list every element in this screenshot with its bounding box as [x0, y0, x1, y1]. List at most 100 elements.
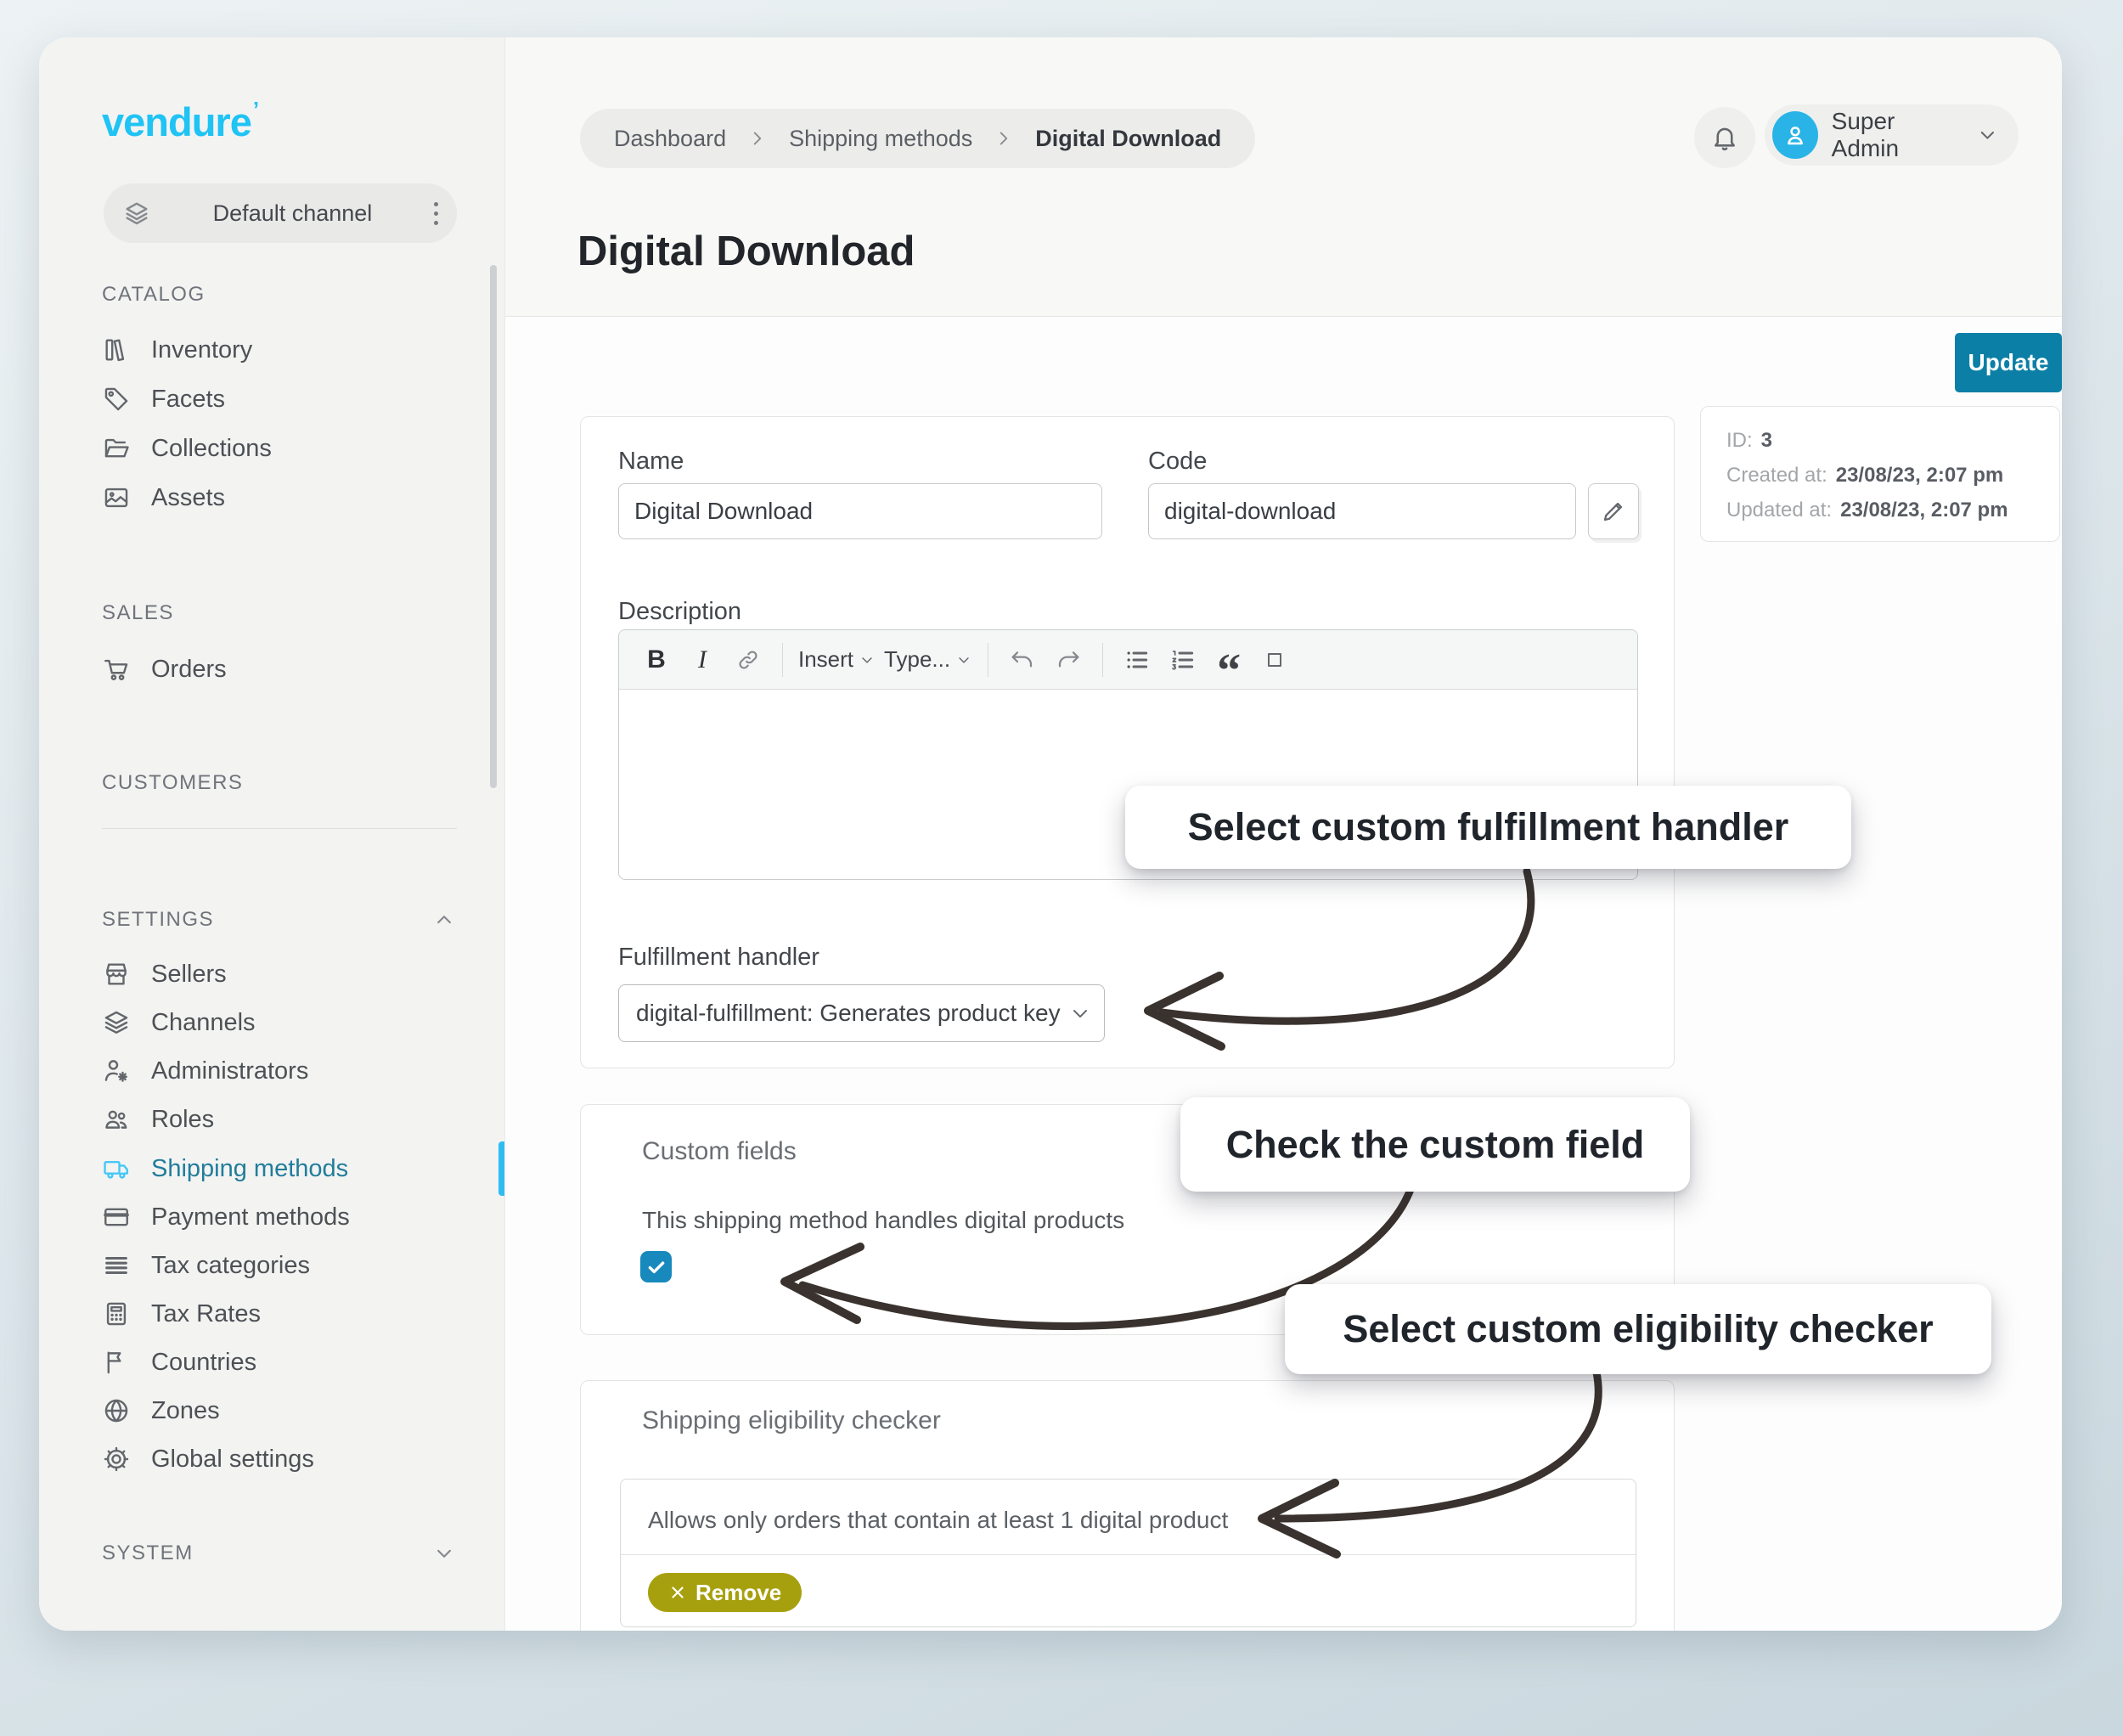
type-menu-button[interactable]: Type... [884, 640, 972, 680]
users-icon [102, 1105, 131, 1134]
chevron-down-icon [431, 1541, 457, 1566]
digital-products-checkbox[interactable] [640, 1251, 672, 1282]
sidebar-item-zones[interactable]: Zones [102, 1390, 220, 1431]
globe-icon [102, 1396, 131, 1425]
sidebar-item-tax-rates[interactable]: Tax Rates [102, 1294, 261, 1334]
sidebar-item-channels[interactable]: Channels [102, 1002, 256, 1043]
toolbar-separator [782, 643, 783, 677]
name-label: Name [618, 448, 684, 476]
list-icon [102, 1251, 131, 1280]
sidebar-item-countries[interactable]: Countries [102, 1342, 256, 1383]
sidebar-item-sellers[interactable]: Sellers [102, 954, 227, 995]
created-at-row: Created at: 23/08/23, 2:07 pm [1726, 464, 2034, 488]
toolbar-separator [1102, 643, 1103, 677]
sidebar-item-orders[interactable]: Orders [102, 649, 227, 690]
channel-switcher[interactable]: Default channel [104, 183, 457, 243]
sidebar-item-collections[interactable]: Collections [102, 428, 272, 469]
main-content: Update Name Code Description B I [505, 317, 2062, 1631]
horizontal-rule-button[interactable] [1256, 640, 1293, 680]
sidebar-section-system[interactable]: SYSTEM [102, 1541, 457, 1566]
chevron-down-icon [1975, 122, 2000, 148]
page-header: Dashboard Shipping methods Digital Downl… [505, 37, 2062, 317]
user-menu[interactable]: Super Admin [1765, 104, 2019, 166]
vendure-logo: vendure’ [102, 97, 258, 145]
folder-icon [102, 434, 131, 463]
sidebar-item-roles[interactable]: Roles [102, 1099, 214, 1140]
link-icon [735, 647, 761, 673]
sidebar-item-inventory[interactable]: Inventory [102, 330, 252, 370]
logo-mark-icon: ’ [253, 97, 258, 122]
code-label: Code [1148, 448, 1207, 476]
breadcrumb-current: Digital Download [1035, 126, 1221, 152]
layers-icon [102, 1008, 131, 1037]
eligibility-checker-value: Allows only orders that contain at least… [648, 1507, 1228, 1534]
eligibility-box-divider [621, 1554, 1636, 1555]
truck-icon [102, 1154, 131, 1183]
annotation-select-fulfillment-handler: Select custom fulfillment handler [1125, 786, 1851, 869]
bullet-list-icon [1123, 646, 1151, 674]
remove-checker-button[interactable]: Remove [648, 1573, 802, 1612]
custom-fields-title: Custom fields [642, 1137, 797, 1166]
ordered-list-button[interactable] [1164, 640, 1202, 680]
redo-icon [1055, 646, 1082, 674]
fulfillment-handler-label: Fulfillment handler [618, 944, 819, 972]
calculator-icon [102, 1299, 131, 1328]
sidebar-item-shipping-methods[interactable]: Shipping methods [102, 1148, 348, 1189]
page-title: Digital Download [577, 228, 915, 275]
bell-icon [1709, 122, 1740, 153]
blockquote-button[interactable]: “ [1210, 640, 1247, 680]
name-input[interactable] [618, 483, 1102, 539]
credit-card-icon [102, 1203, 131, 1232]
channel-menu-icon[interactable] [434, 202, 438, 225]
image-icon [102, 483, 131, 512]
avatar [1772, 111, 1818, 159]
undo-button[interactable] [1004, 640, 1041, 680]
sidebar-section-sales: SALES [102, 601, 174, 625]
shipping-method-form-card: Name Code Description B I Insert [580, 416, 1675, 1068]
breadcrumb-dashboard[interactable]: Dashboard [614, 126, 726, 152]
italic-button[interactable]: I [684, 640, 721, 680]
cart-icon [102, 655, 131, 684]
annotation-select-eligibility-checker: Select custom eligibility checker [1285, 1284, 1991, 1374]
fulfillment-handler-select[interactable]: digital-fulfillment: Generates product k… [618, 984, 1105, 1042]
sidebar-item-tax-categories[interactable]: Tax categories [102, 1245, 310, 1286]
check-icon [645, 1256, 667, 1278]
sidebar-section-customers: CUSTOMERS [102, 771, 243, 795]
edit-code-button[interactable] [1588, 483, 1639, 539]
annotation-check-custom-field: Check the custom field [1180, 1097, 1690, 1192]
editor-toolbar: B I Insert Type... [619, 630, 1637, 690]
description-label: Description [618, 598, 741, 626]
chevron-down-icon [859, 651, 876, 668]
link-button[interactable] [729, 640, 767, 680]
flag-icon [102, 1348, 131, 1377]
sidebar-item-facets[interactable]: Facets [102, 379, 225, 420]
bold-button[interactable]: B [638, 640, 675, 680]
bullet-list-button[interactable] [1118, 640, 1156, 680]
active-item-indicator [498, 1141, 504, 1196]
pencil-icon [1600, 498, 1627, 525]
layers-icon [122, 199, 151, 228]
sidebar: vendure’ Default channel CATALOG Invento… [39, 37, 505, 1631]
chevron-up-icon [431, 907, 457, 933]
notifications-button[interactable] [1694, 107, 1755, 168]
eligibility-checker-title: Shipping eligibility checker [642, 1406, 941, 1435]
insert-menu-button[interactable]: Insert [798, 640, 876, 680]
redo-button[interactable] [1050, 640, 1087, 680]
store-icon [102, 960, 131, 989]
gear-icon [102, 1445, 131, 1474]
sidebar-item-administrators[interactable]: Administrators [102, 1051, 308, 1091]
sidebar-item-payment-methods[interactable]: Payment methods [102, 1197, 350, 1237]
tag-icon [102, 385, 131, 414]
chevron-down-icon [1068, 1001, 1092, 1025]
entity-details-card: ID: 3 Created at: 23/08/23, 2:07 pm Upda… [1700, 406, 2060, 542]
code-input[interactable] [1148, 483, 1576, 539]
sidebar-item-global-settings[interactable]: Global settings [102, 1439, 314, 1480]
update-button[interactable]: Update [1955, 333, 2062, 392]
sidebar-section-settings[interactable]: SETTINGS [102, 907, 457, 933]
sidebar-item-assets[interactable]: Assets [102, 477, 225, 518]
person-icon [1781, 121, 1810, 149]
breadcrumb-shipping-methods[interactable]: Shipping methods [789, 126, 972, 152]
books-icon [102, 335, 131, 364]
sidebar-scrollbar[interactable] [490, 265, 497, 788]
close-icon [668, 1583, 687, 1602]
